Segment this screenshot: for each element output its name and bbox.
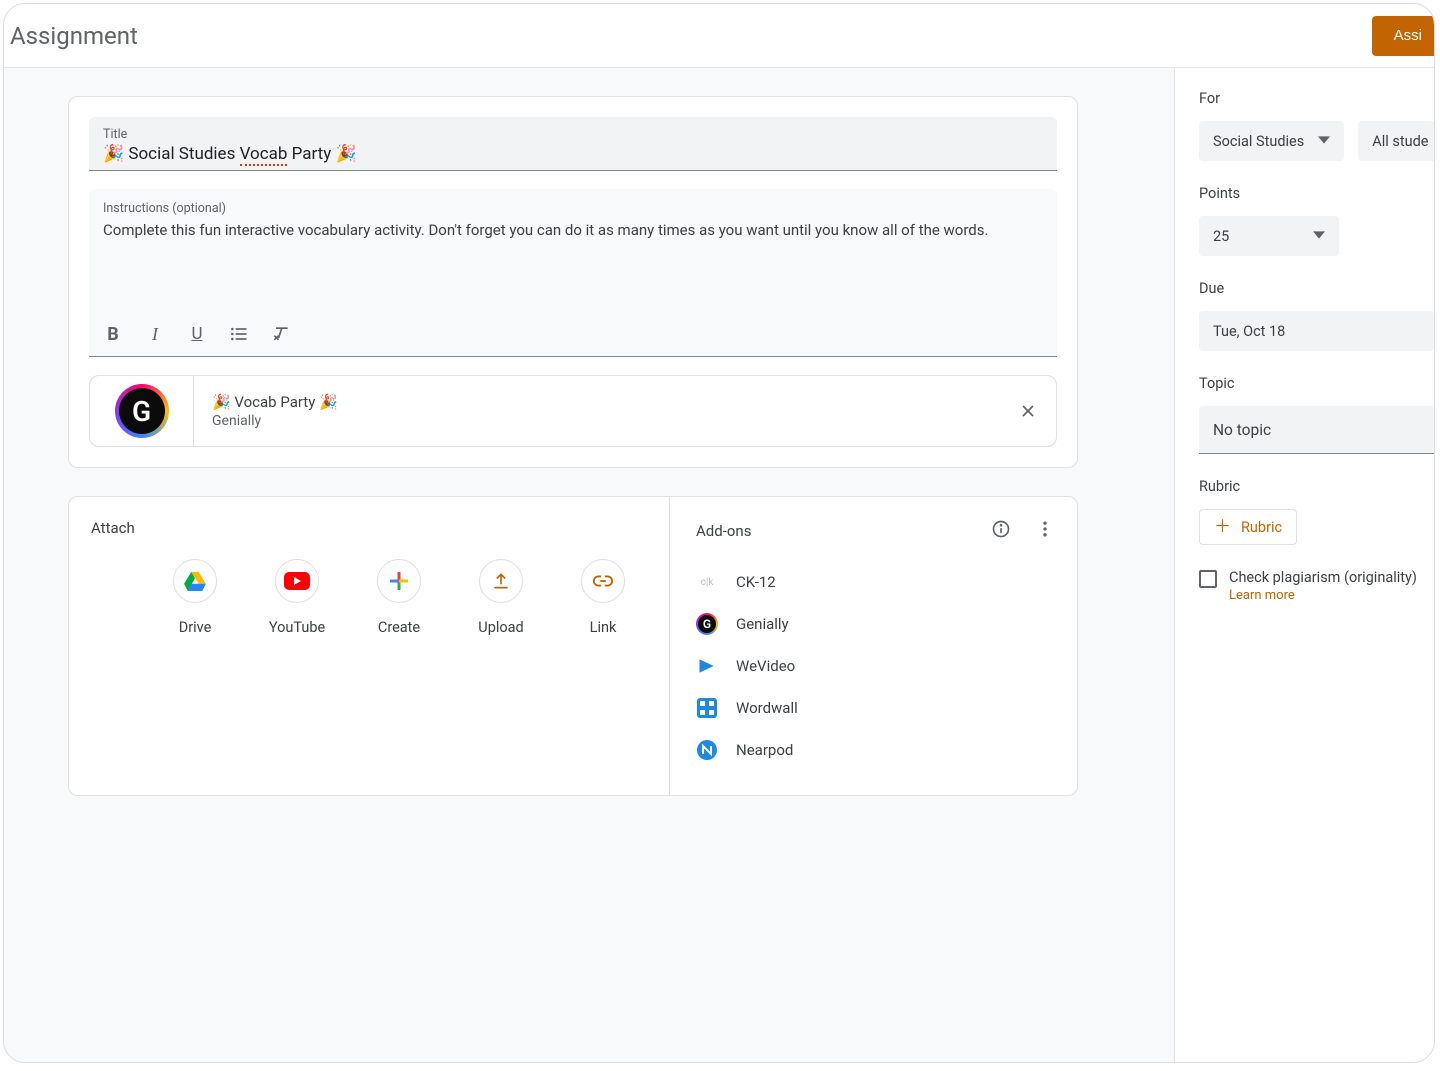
attachment-row[interactable]: G 🎉 Vocab Party 🎉 Genially xyxy=(89,375,1057,447)
attach-drive[interactable]: Drive xyxy=(167,559,223,636)
bullet-list-icon[interactable] xyxy=(229,324,249,344)
assignment-dialog: Assignment Assi Title 🎉 Social Studies V… xyxy=(3,3,1435,1063)
plagiarism-checkbox[interactable] xyxy=(1199,570,1217,588)
plagiarism-label: Check plagiarism (originality) xyxy=(1229,569,1417,586)
for-class-dropdown[interactable]: Social Studies xyxy=(1199,121,1344,161)
italic-icon[interactable]: I xyxy=(145,324,165,344)
for-label: For xyxy=(1199,90,1434,107)
points-dropdown[interactable]: 25 xyxy=(1199,216,1339,256)
due-date-dropdown[interactable]: Tue, Oct 18 xyxy=(1199,311,1434,351)
due-label: Due xyxy=(1199,280,1434,297)
dialog-header: Assignment Assi xyxy=(4,4,1434,68)
attach-card: Attach Drive xyxy=(68,496,1078,796)
attach-link[interactable]: Link xyxy=(575,559,631,636)
youtube-icon xyxy=(275,559,319,603)
nearpod-icon xyxy=(696,739,718,761)
title-field[interactable]: Title 🎉 Social Studies Vocab Party 🎉 xyxy=(89,117,1057,171)
create-icon xyxy=(377,559,421,603)
genially-icon: G xyxy=(696,613,718,635)
for-students-dropdown[interactable]: All stude xyxy=(1358,121,1434,161)
format-toolbar: B I U xyxy=(89,314,1057,356)
wordwall-icon xyxy=(696,697,718,719)
attach-youtube[interactable]: YouTube xyxy=(269,559,325,636)
addon-wevideo[interactable]: WeVideo xyxy=(696,645,1055,687)
main-column: Title 🎉 Social Studies Vocab Party 🎉 Ins… xyxy=(4,68,1174,1062)
title-input[interactable]: 🎉 Social Studies Vocab Party 🎉 xyxy=(103,142,1043,164)
attachment-title: 🎉 Vocab Party 🎉 xyxy=(212,393,1000,411)
remove-attachment-button[interactable] xyxy=(1000,401,1056,421)
addons-header: Add-ons xyxy=(696,522,751,540)
attach-create[interactable]: Create xyxy=(371,559,427,636)
instructions-field[interactable]: Instructions (optional) Complete this fu… xyxy=(89,189,1057,357)
link-icon xyxy=(581,559,625,603)
attach-upload[interactable]: Upload xyxy=(473,559,529,636)
instructions-input[interactable]: Complete this fun interactive vocabulary… xyxy=(103,216,1043,308)
learn-more-link[interactable]: Learn more xyxy=(1229,588,1417,603)
ck12-icon: c|k xyxy=(696,571,718,593)
clear-format-icon[interactable] xyxy=(271,324,291,344)
chevron-down-icon xyxy=(1313,228,1325,245)
drive-icon xyxy=(173,559,217,603)
form-card: Title 🎉 Social Studies Vocab Party 🎉 Ins… xyxy=(68,96,1078,468)
wevideo-icon xyxy=(696,655,718,677)
attachment-thumbnail: G xyxy=(90,376,194,446)
bold-icon[interactable]: B xyxy=(103,324,123,344)
info-icon[interactable] xyxy=(991,519,1011,543)
addon-ck12[interactable]: c|k CK-12 xyxy=(696,561,1055,603)
rubric-button[interactable]: ＋ Rubric xyxy=(1199,509,1297,545)
topic-input[interactable]: No topic xyxy=(1199,406,1434,454)
dialog-title: Assignment xyxy=(10,22,138,50)
topic-label: Topic xyxy=(1199,375,1434,392)
plus-icon: ＋ xyxy=(1214,519,1231,536)
attach-header: Attach xyxy=(91,519,669,537)
addon-nearpod[interactable]: Nearpod xyxy=(696,729,1055,771)
attachment-source: Genially xyxy=(212,413,1000,429)
more-icon[interactable] xyxy=(1035,519,1055,543)
addon-genially[interactable]: G Genially xyxy=(696,603,1055,645)
underline-icon[interactable]: U xyxy=(187,324,207,344)
upload-icon xyxy=(479,559,523,603)
chevron-down-icon xyxy=(1318,133,1330,150)
addon-wordwall[interactable]: Wordwall xyxy=(696,687,1055,729)
title-label: Title xyxy=(103,127,1043,142)
assign-button[interactable]: Assi xyxy=(1372,16,1435,56)
attachment-info: 🎉 Vocab Party 🎉 Genially xyxy=(194,393,1000,429)
points-label: Points xyxy=(1199,185,1434,202)
rubric-label: Rubric xyxy=(1199,478,1434,495)
instructions-label: Instructions (optional) xyxy=(103,201,1043,216)
side-panel: For Social Studies All stude Points 25 xyxy=(1174,68,1434,1062)
